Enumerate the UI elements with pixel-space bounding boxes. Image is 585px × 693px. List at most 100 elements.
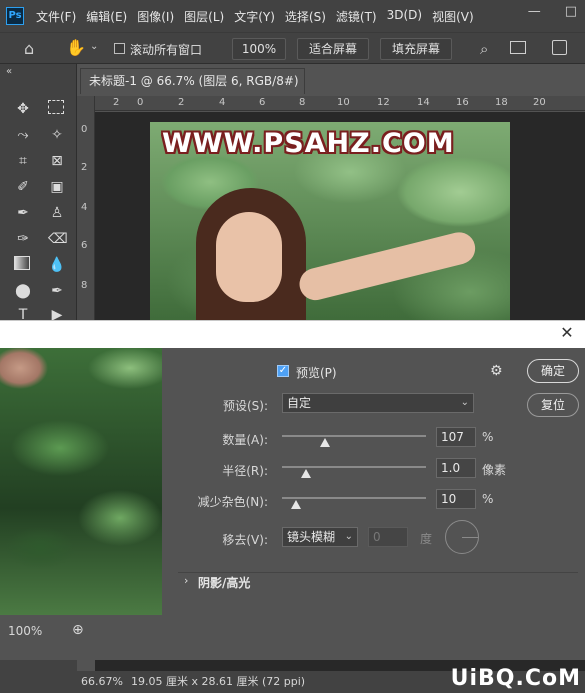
zoom-percent-button[interactable]: 100% <box>232 38 286 60</box>
ruler-tick: 8 <box>81 280 88 291</box>
gradient-tool-icon[interactable] <box>14 256 30 270</box>
tools-panel: « ✥ ⤳ ✧ ⌗ ⊠ ✐ ▣ ✒ ♙ ✑ ⌫ 💧 ⬤ ✒ T ▶ <box>0 64 77 324</box>
ruler-tick: 8 <box>299 97 306 108</box>
reduce-noise-unit: % <box>482 492 494 506</box>
share-icon[interactable] <box>552 40 567 55</box>
remove-value: 镜头模糊 <box>287 530 336 544</box>
radius-unit: 像素 <box>482 463 507 477</box>
radius-slider-thumb[interactable] <box>301 469 312 478</box>
chevron-down-icon: ⌄ <box>460 397 469 408</box>
fill-screen-button[interactable]: 填充屏幕 <box>380 38 452 60</box>
reduce-noise-slider-track[interactable] <box>282 497 426 499</box>
ruler-tick: 10 <box>337 97 350 108</box>
menu-layer[interactable]: 图层(L) <box>184 8 224 25</box>
strength-slider-track[interactable] <box>282 435 426 437</box>
ruler-tick: 20 <box>533 97 546 108</box>
magic-wand-tool-icon[interactable]: ✧ <box>48 126 66 144</box>
pen-tool-icon[interactable]: ✒ <box>48 282 66 300</box>
chevron-right-icon[interactable]: › <box>184 574 188 587</box>
strength-unit: % <box>482 430 494 444</box>
options-bar: ⌂ ✋ ⌄ 滚动所有窗口 100% 适合屏幕 填充屏幕 ⌕ <box>0 32 585 64</box>
zoom-in-icon[interactable]: ⊕ <box>72 622 84 638</box>
strength-slider-thumb[interactable] <box>320 438 331 447</box>
menu-filter[interactable]: 滤镜(T) <box>336 8 377 25</box>
radius-slider-track[interactable] <box>282 466 426 468</box>
crop-tool-icon[interactable]: ⌗ <box>14 152 32 170</box>
chevron-down-icon[interactable]: ⌄ <box>90 41 98 52</box>
move-tool-icon[interactable]: ✥ <box>14 100 32 118</box>
menu-list: 文件(F) 编辑(E) 图像(I) 图层(L) 文字(Y) 选择(S) 滤镜(T… <box>36 8 474 25</box>
menu-view[interactable]: 视图(V) <box>432 8 474 25</box>
ruler-tick: 0 <box>81 124 88 135</box>
menu-image[interactable]: 图像(I) <box>137 8 174 25</box>
dialog-titlebar: ✕ <box>0 320 585 348</box>
document-image[interactable]: WWW.PSAHZ.COM <box>150 122 510 322</box>
workspace-icon[interactable] <box>510 41 526 54</box>
blur-tool-icon[interactable]: 💧 <box>48 256 66 274</box>
history-brush-icon[interactable]: ✑ <box>14 230 32 248</box>
ruler-tick: 4 <box>219 97 226 108</box>
reduce-noise-slider-thumb[interactable] <box>291 500 302 509</box>
face-shape <box>216 212 282 302</box>
ok-button[interactable]: 确定 <box>527 359 579 383</box>
brand-watermark: UiBQ.CoM <box>450 666 581 691</box>
preview-label: 预览(P) <box>296 366 337 380</box>
menu-type[interactable]: 文字(Y) <box>234 8 275 25</box>
image-watermark-text: WWW.PSAHZ.COM <box>162 128 455 159</box>
ruler-tick: 2 <box>113 97 120 108</box>
section-divider <box>178 572 578 573</box>
angle-field: 0 <box>368 527 408 547</box>
remove-select[interactable]: 镜头模糊 ⌄ <box>282 527 358 547</box>
search-icon[interactable]: ⌕ <box>480 40 488 58</box>
photoshop-logo: Ps <box>6 7 24 25</box>
eraser-tool-icon[interactable]: ⌫ <box>48 230 68 248</box>
ruler-tick: 6 <box>259 97 266 108</box>
lasso-tool-icon[interactable]: ⤳ <box>14 126 32 144</box>
ruler-tick: 0 <box>137 97 144 108</box>
reduce-noise-label: 减少杂色(N): <box>197 495 268 509</box>
menu-select[interactable]: 选择(S) <box>285 8 326 25</box>
radius-label: 半径(R): <box>222 464 268 478</box>
angle-dial-needle <box>462 537 478 538</box>
hand-tool-icon[interactable]: ✋ <box>66 38 86 57</box>
collapse-panel-icon[interactable]: « <box>6 66 12 77</box>
eyedropper-tool-icon[interactable]: ✐ <box>14 178 32 196</box>
menu-edit[interactable]: 编辑(E) <box>86 8 127 25</box>
ruler-top: 2 0 2 4 6 8 10 12 14 16 18 20 <box>95 96 585 111</box>
preset-select[interactable]: 自定 ⌄ <box>282 393 474 413</box>
brush-tool-icon[interactable]: ✒ <box>14 204 32 222</box>
preview-zoom-label: 100% <box>8 624 43 638</box>
strength-field[interactable]: 107 <box>436 427 476 447</box>
preset-label: 预设(S): <box>222 399 268 413</box>
dodge-tool-icon[interactable]: ⬤ <box>14 282 32 300</box>
stamp-tool-icon[interactable]: ♙ <box>48 204 66 222</box>
shadow-highlight-section-title[interactable]: 阴影/高光 <box>198 574 250 591</box>
marquee-tool-icon[interactable] <box>48 100 64 114</box>
scroll-all-checkbox[interactable] <box>114 43 125 54</box>
radius-field[interactable]: 1.0 <box>436 458 476 478</box>
preview-checkbox[interactable]: ✓ <box>277 365 289 377</box>
reset-button[interactable]: 复位 <box>527 393 579 417</box>
tools-panel-bottom <box>0 660 77 693</box>
document-tab[interactable]: 未标题-1 @ 66.7% (图层 6, RGB/8#) * <box>80 68 305 112</box>
maximize-icon[interactable]: □ <box>565 4 577 19</box>
home-icon[interactable]: ⌂ <box>24 39 34 58</box>
reduce-noise-field[interactable]: 10 <box>436 489 476 509</box>
arm-shape <box>296 228 479 304</box>
object-select-icon[interactable]: ▣ <box>48 178 66 196</box>
status-zoom[interactable]: 66.67% <box>81 671 123 693</box>
window-controls: — □ <box>528 4 577 19</box>
gear-icon[interactable]: ⚙ <box>490 363 503 379</box>
menu-3d[interactable]: 3D(D) <box>387 8 422 25</box>
menu-file[interactable]: 文件(F) <box>36 8 76 25</box>
filter-preview-pane[interactable] <box>0 348 162 615</box>
remove-label: 移去(V): <box>222 533 268 547</box>
minimize-icon[interactable]: — <box>528 4 541 19</box>
fit-screen-button[interactable]: 适合屏幕 <box>297 38 369 60</box>
ruler-left: 0 2 4 6 8 <box>77 96 95 326</box>
ruler-tick: 18 <box>495 97 508 108</box>
angle-unit: 度 <box>420 532 433 546</box>
close-icon[interactable]: ✕ <box>557 323 577 343</box>
frame-tool-icon[interactable]: ⊠ <box>48 152 66 170</box>
chevron-down-icon: ⌄ <box>344 531 353 542</box>
